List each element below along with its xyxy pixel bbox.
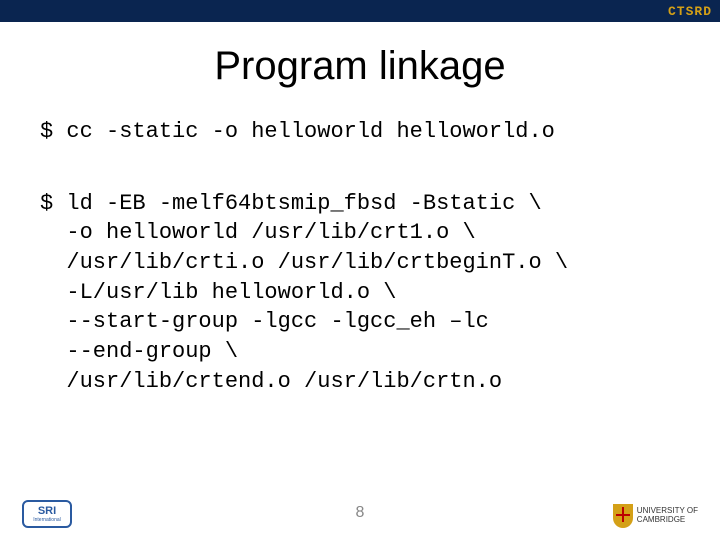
page-number: 8 xyxy=(356,504,365,522)
code-command-cc: $ cc -static -o helloworld helloworld.o xyxy=(0,117,720,147)
cambridge-text-line2: CAMBRIDGE xyxy=(637,516,698,525)
top-bar: CTSRD xyxy=(0,0,720,22)
sri-logo-text: SRI xyxy=(38,505,56,517)
brand-logo: CTSRD xyxy=(668,4,712,19)
sri-logo: SRI International xyxy=(22,500,72,528)
cambridge-shield-icon xyxy=(613,504,633,528)
code-command-ld: $ ld -EB -melf64btsmip_fbsd -Bstatic \ -… xyxy=(0,189,720,397)
cambridge-logo: UNIVERSITY OF CAMBRIDGE xyxy=(613,504,698,528)
slide-title: Program linkage xyxy=(0,44,720,89)
sri-logo-subtext: International xyxy=(33,517,61,523)
